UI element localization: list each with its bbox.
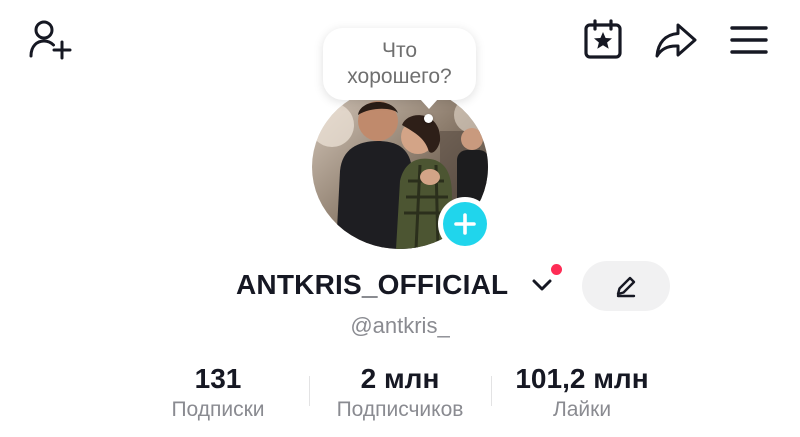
stat-label: Лайки [552,398,612,421]
whats-new-bubble[interactable]: Что хорошего? [323,28,476,100]
stat-value: 101,2 млн [515,363,649,394]
edit-profile-button[interactable] [582,261,670,311]
menu-icon[interactable] [730,24,768,56]
bubble-tail [420,99,438,109]
add-friend-icon[interactable] [28,18,74,60]
divider [491,376,492,406]
stat-value: 131 [194,363,242,394]
stat-value: 2 млн [360,363,440,394]
stat-label: Подписки [171,398,265,421]
chevron-down-icon[interactable] [532,278,552,297]
share-icon[interactable] [654,22,698,60]
plus-badge [443,202,487,246]
pencil-icon [616,276,636,298]
profile-screen: Что хорошего? ANTKRIS_OFFICIAL @antkris_… [0,0,800,437]
calendar-star-icon[interactable] [583,19,625,61]
username: ANTKRIS_OFFICIAL [236,269,509,300]
stat-following[interactable]: 131 Подписки [148,362,288,423]
add-story-button[interactable] [438,197,492,251]
plus-icon [454,213,476,235]
notification-dot [551,264,562,275]
bubble-dot [424,114,433,123]
stat-followers[interactable]: 2 млн Подписчиков [320,362,480,423]
stat-label: Подписчиков [336,398,464,421]
divider [309,376,310,406]
stat-likes[interactable]: 101,2 млн Лайки [502,362,662,423]
user-handle: @antkris_ [350,313,450,338]
